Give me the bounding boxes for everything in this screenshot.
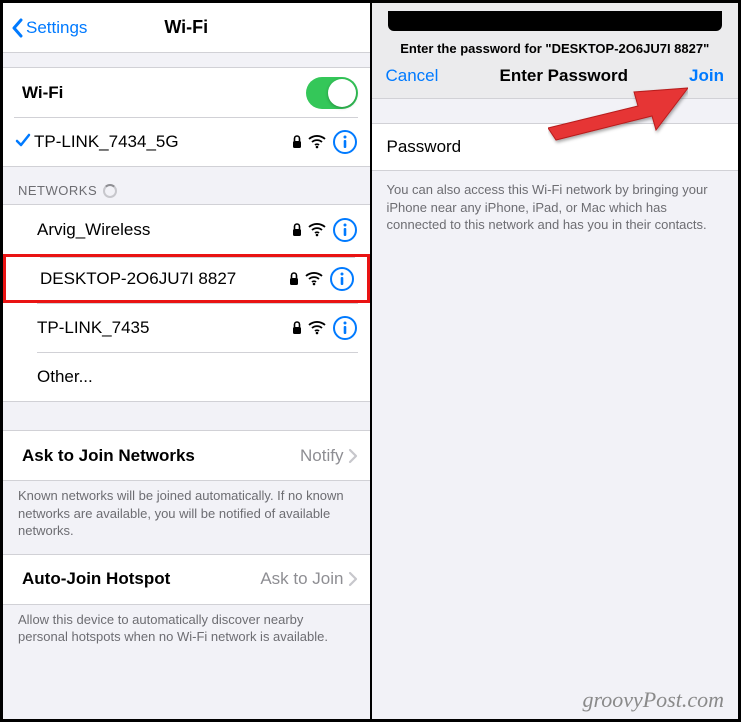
password-label: Password [387, 137, 462, 157]
background-bar [388, 11, 723, 31]
sheet-header: Cancel Enter Password Join [372, 62, 739, 99]
sheet-title: Enter Password [499, 66, 628, 86]
password-row[interactable]: Password [372, 123, 739, 171]
network-row[interactable]: DESKTOP-2O6JU7I 8827 [3, 254, 370, 303]
auto-join-hotspot-label: Auto-Join Hotspot [18, 569, 260, 589]
info-icon[interactable] [329, 266, 355, 292]
loading-spinner-icon [103, 184, 117, 198]
auto-join-hotspot-value: Ask to Join [260, 569, 343, 589]
chevron-right-icon [348, 448, 358, 464]
other-label: Other... [37, 367, 358, 387]
wifi-signal-icon [308, 135, 326, 149]
ask-to-join-value: Notify [300, 446, 343, 466]
network-name: TP-LINK_7435 [37, 318, 292, 338]
sheet-top: Enter the password for "DESKTOP-2O6JU7I … [372, 3, 739, 62]
auto-join-hotspot-footnote: Allow this device to automatically disco… [3, 605, 370, 660]
network-list: Arvig_Wireless DESKTOP-2O6JU7I 8827 TP-LIN… [3, 204, 370, 402]
info-icon[interactable] [332, 217, 358, 243]
back-to-settings-button[interactable]: Settings [3, 18, 95, 38]
ask-to-join-footnote: Known networks will be joined automatica… [3, 481, 370, 554]
password-hint: You can also access this Wi-Fi network b… [372, 171, 739, 248]
info-icon[interactable] [332, 315, 358, 341]
ask-to-join-row[interactable]: Ask to Join Networks Notify [3, 431, 370, 480]
lock-icon [292, 223, 302, 237]
cancel-button[interactable]: Cancel [386, 66, 439, 86]
lock-icon [292, 321, 302, 335]
watermark: groovyPost.com [582, 687, 724, 713]
join-button[interactable]: Join [689, 66, 724, 86]
other-network-row[interactable]: Other... [3, 352, 370, 401]
wifi-toggle-row: Wi-Fi [3, 68, 370, 117]
wifi-signal-icon [308, 223, 326, 237]
auto-join-hotspot-row[interactable]: Auto-Join Hotspot Ask to Join [3, 555, 370, 604]
networks-section-header: NETWORKS [3, 167, 370, 204]
lock-icon [292, 135, 302, 149]
wifi-settings-pane: Settings Wi-Fi Wi-Fi TP-LINK_7434_5G [2, 2, 371, 720]
network-name: Arvig_Wireless [37, 220, 292, 240]
nav-header: Settings Wi-Fi [3, 3, 370, 53]
wifi-signal-icon [305, 272, 323, 286]
enter-password-pane: Enter the password for "DESKTOP-2O6JU7I … [371, 2, 740, 720]
back-label: Settings [26, 18, 87, 38]
network-row[interactable]: TP-LINK_7435 [3, 303, 370, 352]
wifi-signal-icon [308, 321, 326, 335]
connected-network-name: TP-LINK_7434_5G [34, 132, 292, 152]
checkmark-icon [14, 131, 34, 154]
wifi-toggle-label: Wi-Fi [18, 83, 306, 103]
chevron-right-icon [348, 571, 358, 587]
network-name: DESKTOP-2O6JU7I 8827 [40, 269, 289, 289]
info-icon[interactable] [332, 129, 358, 155]
ask-to-join-label: Ask to Join Networks [18, 446, 300, 466]
chevron-left-icon [11, 18, 23, 38]
wifi-toggle[interactable] [306, 77, 358, 109]
network-row[interactable]: Arvig_Wireless [3, 205, 370, 254]
sheet-subtitle: Enter the password for "DESKTOP-2O6JU7I … [384, 31, 727, 62]
lock-icon [289, 272, 299, 286]
connected-network-row[interactable]: TP-LINK_7434_5G [3, 117, 370, 166]
